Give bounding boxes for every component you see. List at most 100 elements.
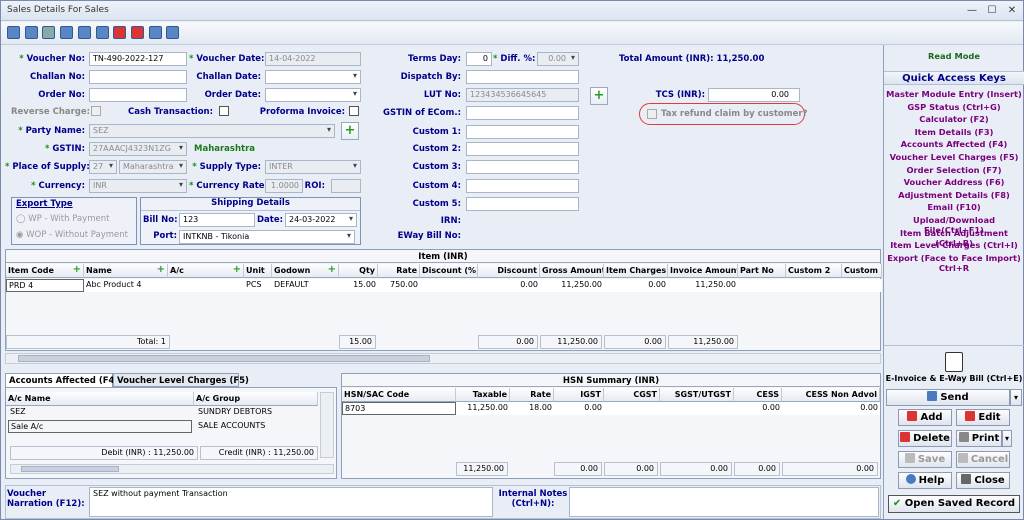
proforma-invoice-checkbox[interactable] <box>349 106 359 116</box>
custom2-input[interactable] <box>466 142 579 156</box>
ship-date-input[interactable]: 24-03-2022 <box>285 213 357 227</box>
hsn-cell-4[interactable] <box>604 402 660 415</box>
item-col-header-10[interactable]: Item Charges <box>604 264 668 278</box>
item-col-header-2[interactable]: A/c + <box>168 264 244 278</box>
item-col-header-14[interactable]: Custom 3 <box>842 264 882 278</box>
printer-icon[interactable] <box>60 26 74 39</box>
item-col-header-12[interactable]: Part No <box>738 264 786 278</box>
wp-radio[interactable]: ◯ WP - With Payment <box>16 214 109 224</box>
item-cell-0-5[interactable]: 15.00 <box>339 279 378 292</box>
pdf-icon[interactable] <box>113 26 127 39</box>
add-button[interactable]: Add <box>898 409 952 426</box>
sync-icon[interactable] <box>24 26 38 39</box>
item-cell-0-1[interactable]: Abc Product 4 <box>84 279 168 292</box>
item-cell-0-0[interactable]: PRD 4 <box>6 279 84 292</box>
lut-no-input[interactable]: 123434536645645 <box>466 88 579 102</box>
help-button[interactable]: Help <box>898 472 952 489</box>
printer-preview-icon[interactable] <box>77 26 91 39</box>
quick-link-9[interactable]: Email (F10) <box>884 202 1024 212</box>
printer-setup-icon[interactable] <box>95 26 109 39</box>
custom1-input[interactable] <box>466 125 579 139</box>
ac-row1-group[interactable]: SUNDRY DEBTORS <box>196 406 316 419</box>
ac-row2-group[interactable]: SALE ACCOUNTS <box>196 420 316 433</box>
wop-radio[interactable]: ◉ WOP - Without Payment <box>16 230 128 240</box>
item-col-header-5[interactable]: Qty <box>339 264 378 278</box>
quick-link-5[interactable]: Voucher Level Charges (F5) <box>884 152 1024 162</box>
hsn-cell-7[interactable]: 0.00 <box>782 402 880 415</box>
internal-notes-input[interactable] <box>569 487 879 517</box>
minimize-button[interactable]: — <box>963 4 981 18</box>
einvoice-button[interactable]: E-Invoice & E-Way Bill (Ctrl+E) <box>884 345 1024 387</box>
custom4-input[interactable] <box>466 179 579 193</box>
item-cell-0-14[interactable] <box>842 279 882 292</box>
print-button[interactable]: Print <box>956 430 1002 447</box>
custom5-input[interactable] <box>466 197 579 211</box>
add-column-plus-icon[interactable]: + <box>328 264 336 275</box>
quick-link-12[interactable]: Item Level Charges (Ctrl+I) <box>884 240 1024 250</box>
gstin-ecom-input[interactable] <box>466 106 579 120</box>
diff-input[interactable]: 0.00 <box>537 52 579 66</box>
bill-no-input[interactable]: 123 <box>179 213 255 227</box>
quick-link-8[interactable]: Adjustment Details (F8) <box>884 190 1024 200</box>
add-lut-button[interactable]: + <box>590 87 608 105</box>
hsn-cell-1[interactable]: 11,250.00 <box>456 402 510 415</box>
place-state-select[interactable]: Maharashtra <box>119 160 187 174</box>
gstin-select[interactable]: 27AAACJ4323N1ZG <box>89 142 187 156</box>
custom3-input[interactable] <box>466 160 579 174</box>
challan-no-input[interactable] <box>89 70 187 84</box>
quick-link-6[interactable]: Order Selection (F7) <box>884 165 1024 175</box>
item-cell-0-13[interactable] <box>786 279 842 292</box>
place-code-select[interactable]: 27 <box>89 160 117 174</box>
hsn-cell-2[interactable]: 18.00 <box>510 402 554 415</box>
item-col-header-9[interactable]: Gross Amount <box>540 264 604 278</box>
hsn-cell-5[interactable] <box>660 402 734 415</box>
currency-select[interactable]: INR <box>89 179 187 193</box>
item-col-header-6[interactable]: Rate <box>378 264 420 278</box>
delete-button[interactable]: Delete <box>898 430 952 447</box>
item-grid-scroll-thumb[interactable] <box>18 355 430 362</box>
document-icon[interactable] <box>42 26 56 39</box>
ac-row2-name[interactable]: Sale A/c <box>8 420 192 433</box>
item-col-header-3[interactable]: Unit <box>244 264 272 278</box>
item-cell-0-6[interactable]: 750.00 <box>378 279 420 292</box>
add-column-plus-icon[interactable]: + <box>73 264 81 275</box>
mail-icon[interactable] <box>166 26 180 39</box>
party-name-select[interactable]: SEZ <box>89 124 335 138</box>
quick-link-13[interactable]: Export (Face to Face Import) Ctrl+R <box>884 253 1024 273</box>
hsn-cell-6[interactable]: 0.00 <box>734 402 782 415</box>
tcs-input[interactable]: 0.00 <box>708 88 800 102</box>
cash-transaction-checkbox[interactable] <box>219 106 229 116</box>
supply-type-select[interactable]: INTER <box>265 160 361 174</box>
add-column-plus-icon[interactable]: + <box>233 264 241 275</box>
item-cell-0-11[interactable]: 11,250.00 <box>668 279 738 292</box>
narration-input[interactable]: SEZ without payment Transaction <box>89 487 493 517</box>
send-dropdown[interactable]: ▾ <box>1010 389 1022 406</box>
item-cell-0-7[interactable] <box>420 279 478 292</box>
item-cell-0-8[interactable]: 0.00 <box>478 279 540 292</box>
item-cell-0-12[interactable] <box>738 279 786 292</box>
order-date-input[interactable] <box>265 88 361 102</box>
item-cell-0-2[interactable] <box>168 279 244 292</box>
item-col-header-0[interactable]: Item Code + <box>6 264 84 278</box>
quick-link-3[interactable]: Item Details (F3) <box>884 127 1024 137</box>
close-button[interactable]: Close <box>956 472 1010 489</box>
currency-rate-input[interactable]: 1.0000 <box>265 179 303 193</box>
item-col-header-8[interactable]: Discount <box>478 264 540 278</box>
dispatch-by-input[interactable] <box>466 70 579 84</box>
voucher-date-input[interactable]: 14-04-2022 <box>265 52 361 66</box>
send-button[interactable]: Send <box>886 389 1010 406</box>
add-party-button[interactable]: + <box>341 122 359 140</box>
quick-link-4[interactable]: Accounts Affected (F4) <box>884 139 1024 149</box>
email-icon[interactable] <box>148 26 162 39</box>
item-cell-0-3[interactable]: PCS <box>244 279 272 292</box>
quick-link-0[interactable]: Master Module Entry (Insert) <box>884 89 1024 99</box>
pdf-email-icon[interactable] <box>130 26 144 39</box>
quick-link-2[interactable]: Calculator (F2) <box>884 114 1024 124</box>
tab-voucher-level-charges[interactable]: Voucher Level Charges (F5) <box>113 373 249 387</box>
item-col-header-7[interactable]: Discount (%) <box>420 264 478 278</box>
order-no-input[interactable] <box>89 88 187 102</box>
tax-refund-checkbox[interactable] <box>647 109 657 119</box>
edit-button[interactable]: Edit <box>956 409 1010 426</box>
add-column-plus-icon[interactable]: + <box>157 264 165 275</box>
print-dropdown[interactable]: ▾ <box>1002 430 1012 447</box>
